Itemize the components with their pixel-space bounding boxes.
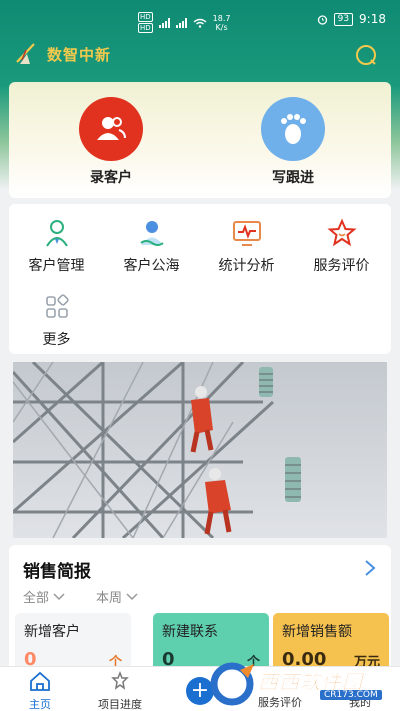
nav-label: 服务评价 [258,696,302,709]
nav-label: 主页 [29,698,51,711]
nav-label: 项目进度 [98,698,142,711]
app-title: 数智中新 [47,46,112,64]
menu-item-more[interactable]: 更多 [9,292,104,349]
chevron-down-icon [126,592,138,600]
chat-bubble-icon[interactable] [354,43,378,67]
banner-image[interactable] [13,362,387,538]
menu-item-label: 客户公海 [123,258,180,274]
network-speed: 18.7 K/s [213,14,231,32]
menu-item-label: 服务评价 [313,258,370,274]
nav-label: 我的 [349,696,371,709]
star-icon [326,218,357,247]
chevron-down-icon [53,592,65,600]
hd-badges: HD HD [138,12,153,33]
menu-item-customer-management[interactable]: 客户管理 [9,218,104,275]
signal-icon [158,17,170,28]
nav-home[interactable]: 主页 [0,671,80,711]
menu-item-label: 统计分析 [218,258,275,274]
menu-item-label: 更多 [42,332,71,348]
battery-icon: 93 [333,12,354,26]
power-tower-photo [13,362,387,538]
hd-icon: HD [138,23,153,33]
stat-title: 新增销售额 [282,624,352,640]
app-header: 数智中新 [0,40,400,70]
stat-title: 新建联系 [162,624,218,640]
quick-action-label: 写跟进 [272,170,314,186]
quick-action-write-followup[interactable]: 写跟进 [238,97,348,187]
sales-report-title: 销售简报 [23,562,91,582]
stat-title: 新增客户 [24,624,80,640]
status-indicators: HD HD 18.7 K/s [138,12,230,33]
filter-period-label: 本周 [96,591,123,606]
status-right: 93 9:18 [317,12,386,26]
wifi-icon [193,18,207,28]
add-customer-icon [79,97,143,161]
menu-item-customer-pool[interactable]: 客户公海 [104,218,199,275]
clock: 9:18 [359,12,386,26]
network-speed-unit: K/s [215,22,228,32]
function-menu: 客户管理 客户公海 统计分析 服务评价 更多 [9,204,391,354]
signal-icon [175,17,187,28]
home-icon [30,671,50,691]
brand-logo [16,43,35,64]
alarm-icon [317,14,327,25]
chevron-right-icon[interactable] [363,559,377,577]
stat-new-contacts[interactable]: 新建联系 0 个 [153,613,269,673]
quick-action-add-customer[interactable]: 录客户 [56,97,166,187]
footprint-icon [261,97,325,161]
menu-item-label: 客户管理 [28,258,85,274]
status-bar: HD HD 18.7 K/s 93 9:18 [0,0,400,38]
filter-scope-label: 全部 [23,591,50,606]
add-icon[interactable]: + [186,677,214,705]
menu-item-statistics[interactable]: 统计分析 [199,218,294,275]
person-wave-icon [139,221,164,246]
nav-service-rating[interactable]: 服务评价 [240,693,320,710]
menu-item-service-rating[interactable]: 服务评价 [294,218,389,275]
sales-report: 销售简报 全部 本周 新增客户 0 个 新建联系 0 个 新增销售额 0.00 … [9,545,391,673]
person-icon [45,220,68,247]
grid-icon [45,294,69,318]
nav-project-progress[interactable]: 项目进度 [80,670,160,711]
network-speed-value: 18.7 [212,13,231,23]
quick-actions-card: 录客户 写跟进 [9,82,391,198]
filter-period[interactable]: 本周 [96,587,138,606]
monitor-chart-icon [232,221,261,246]
filter-scope[interactable]: 全部 [23,587,65,606]
stat-new-customers[interactable]: 新增客户 0 个 [15,613,131,673]
nav-mine[interactable]: 我的 [320,693,400,710]
quick-action-label: 录客户 [90,170,132,186]
hd-icon: HD [138,12,153,22]
stat-new-sales[interactable]: 新增销售额 0.00 万元 [273,613,389,673]
progress-icon [111,670,129,690]
